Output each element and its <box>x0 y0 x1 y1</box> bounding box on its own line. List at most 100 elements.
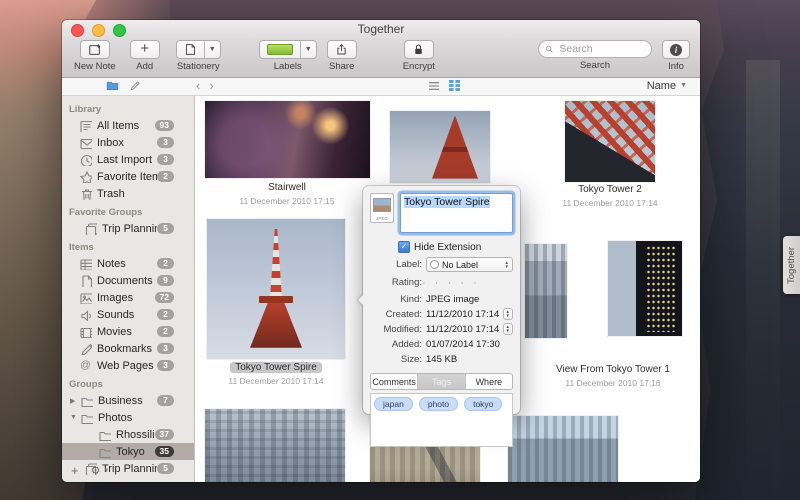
add-group-button[interactable]: + <box>71 463 79 478</box>
tab-comments[interactable]: Comments <box>371 374 417 389</box>
photo-thumbnail-window-screen[interactable] <box>608 241 682 336</box>
photo-caption: View From Tokyo Tower 1 11 December 2010… <box>533 364 693 389</box>
photo-thumbnail-tokyo-tower-spire[interactable] <box>207 219 345 359</box>
search-input[interactable] <box>538 40 652 58</box>
photo-thumbnail-cityscape-3[interactable] <box>508 416 618 482</box>
count-badge: 2 <box>157 309 174 320</box>
tag-pill[interactable]: photo <box>419 397 458 411</box>
gear-menu-button[interactable]: ⚙ <box>91 464 101 477</box>
close-button[interactable] <box>71 24 84 37</box>
label-dropdown[interactable]: No Label ▲▼ <box>426 257 513 272</box>
sort-by-dropdown[interactable]: Name ▼ <box>647 78 687 94</box>
sort-by-value: Name <box>647 78 676 94</box>
folder-icon <box>98 445 111 458</box>
sidebar-item-sounds[interactable]: Sounds 2 <box>62 306 194 323</box>
sidebar-item-photos[interactable]: ▼ Photos <box>62 409 194 426</box>
share-icon <box>335 43 348 56</box>
filename-input[interactable]: Tokyo Tower Spire <box>400 193 513 233</box>
sidebar-item-rhossili[interactable]: Rhossili 37 <box>62 426 194 443</box>
photo-thumbnail-tokyo-tower-2[interactable] <box>565 101 655 182</box>
sidebar-item-bookmarks[interactable]: Bookmarks 3 <box>62 340 194 357</box>
photo-caption-selected: Tokyo Tower Spire 11 December 2010 17:14 <box>196 362 356 387</box>
count-badge: 5 <box>157 463 174 474</box>
sidebar-item-trash[interactable]: Trash <box>62 185 194 202</box>
pencil-icon <box>79 342 92 355</box>
sidebar-item-images[interactable]: Images 72 <box>62 289 194 306</box>
created-date-stepper[interactable]: ▲▼ <box>503 308 513 320</box>
disclosure-expanded-icon[interactable]: ▼ <box>70 414 80 421</box>
add-button[interactable]: + Add <box>130 40 160 72</box>
labels-chevron-icon[interactable]: ▼ <box>300 41 316 58</box>
shelf-tab-label: Together <box>786 247 797 284</box>
modified-date-stepper[interactable]: ▲▼ <box>503 323 513 335</box>
list-view-button[interactable] <box>428 81 440 91</box>
folder-icon <box>98 428 111 441</box>
sidebar-item-business[interactable]: ▶ Business 7 <box>62 392 194 409</box>
section-title-groups: Groups <box>62 374 194 392</box>
sidebar-item-trip-planning-favorite[interactable]: Trip Planning 5 <box>62 220 194 237</box>
sidebar-item-favorite-items[interactable]: Favorite Items 2 <box>62 168 194 185</box>
lock-icon <box>412 43 425 56</box>
photo-thumbnail-city-narrow[interactable] <box>525 244 567 338</box>
clock-icon <box>79 153 92 166</box>
encrypt-button[interactable]: Encrypt <box>403 40 435 72</box>
photo-thumbnail-tower[interactable] <box>390 111 490 183</box>
count-badge: 7 <box>157 395 174 406</box>
star-icon <box>79 170 92 183</box>
forward-button[interactable]: › <box>209 78 213 94</box>
labels-label: Labels <box>274 61 302 72</box>
sidebar-item-all-items[interactable]: All Items 93 <box>62 117 194 134</box>
hide-extension-checkbox[interactable]: ✓ <box>398 241 410 253</box>
minimize-button[interactable] <box>92 24 105 37</box>
title-bar[interactable]: Together <box>62 20 700 38</box>
new-note-button[interactable]: New Note <box>74 40 116 72</box>
count-badge: 3 <box>157 154 174 165</box>
tab-tags[interactable]: Tags <box>417 374 464 389</box>
folder-icon <box>80 411 93 424</box>
folder-icon <box>80 394 93 407</box>
stationery-button[interactable]: ▼ Stationery <box>176 40 221 72</box>
section-title-favorite-groups: Favorite Groups <box>62 202 194 220</box>
sort-chevron-icon: ▼ <box>680 78 687 94</box>
section-title-items: Items <box>62 237 194 255</box>
count-badge: 93 <box>155 120 174 131</box>
labels-button[interactable]: ▼ Labels <box>259 40 317 72</box>
count-badge: 35 <box>155 446 174 457</box>
sidebar-item-inbox[interactable]: Inbox 3 <box>62 134 194 151</box>
tags-panel[interactable]: japan photo tokyo <box>370 393 513 447</box>
edit-pencil-button[interactable] <box>129 80 141 92</box>
photo-caption: Stairwell 11 December 2010 17:15 <box>207 182 367 207</box>
photo-caption: Tokyo Tower 2 11 December 2010 17:14 <box>530 184 690 209</box>
share-button[interactable]: Share <box>327 40 357 72</box>
tag-pill[interactable]: japan <box>374 397 413 411</box>
sidebar-item-notes[interactable]: Notes 2 <box>62 255 194 272</box>
sidebar-item-tokyo[interactable]: Tokyo 35 <box>62 443 194 460</box>
all-items-icon <box>79 119 92 132</box>
toolbar: New Note + Add ▼ Stationery ▼ Labels Sha… <box>62 38 700 78</box>
sidebar-item-movies[interactable]: Movies 2 <box>62 323 194 340</box>
icon-view-button[interactable] <box>449 80 460 91</box>
zoom-button[interactable] <box>113 24 126 37</box>
count-badge: 9 <box>157 275 174 286</box>
share-label: Share <box>329 61 354 72</box>
photo-grid: Stairwell 11 December 2010 17:15 Tokyo T… <box>195 96 700 482</box>
disclosure-collapsed-icon[interactable]: ▶ <box>70 397 80 405</box>
count-badge: 2 <box>157 171 174 182</box>
new-note-icon <box>88 43 102 57</box>
together-shelf-tab[interactable]: Together <box>783 236 800 294</box>
info-button[interactable]: i Info <box>662 40 690 72</box>
folders-view-button[interactable] <box>106 79 119 92</box>
at-sign-icon: @ <box>79 359 92 372</box>
sidebar-item-web-pages[interactable]: @ Web Pages 3 <box>62 357 194 374</box>
stationery-chevron-icon[interactable]: ▼ <box>204 41 220 58</box>
tag-pill[interactable]: tokyo <box>464 397 502 411</box>
info-icon: i <box>670 44 682 56</box>
back-button[interactable]: ‹ <box>196 78 200 94</box>
photo-thumbnail-cityscape-1[interactable] <box>205 409 345 482</box>
sidebar-item-last-import[interactable]: Last Import 3 <box>62 151 194 168</box>
photo-thumbnail-stairwell[interactable] <box>205 101 370 178</box>
rating-stars[interactable] <box>422 273 478 291</box>
tab-where[interactable]: Where <box>465 374 512 389</box>
trash-icon <box>79 187 92 200</box>
sidebar-item-documents[interactable]: Documents 9 <box>62 272 194 289</box>
